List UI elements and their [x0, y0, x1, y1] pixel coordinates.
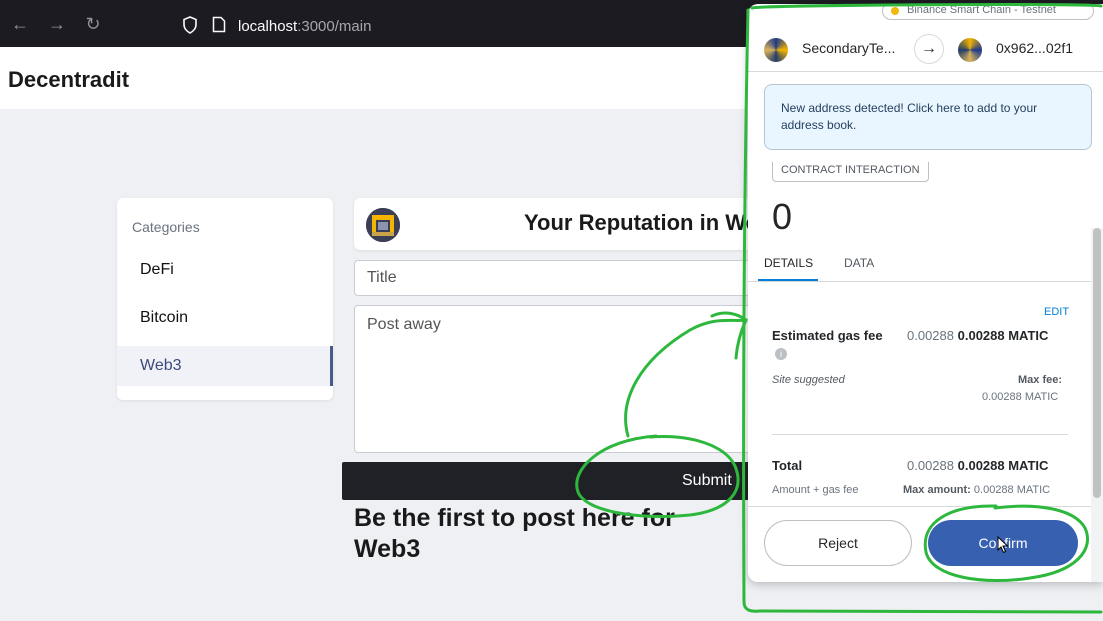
reputation-card: Your Reputation in Web3 — [354, 198, 754, 250]
sidebar-title: Categories — [132, 219, 200, 235]
max-fee-label: Max fee: — [1018, 374, 1063, 386]
reload-icon[interactable]: ↻ — [83, 14, 103, 34]
network-status-icon — [891, 7, 899, 15]
sidebar-item-web3[interactable]: Web3 — [117, 346, 333, 386]
empty-posts-message: Be the first to post here for Web3 — [354, 504, 675, 563]
to-account-avatar — [958, 38, 982, 62]
edit-gas-link[interactable]: EDIT — [1044, 306, 1069, 318]
site-suggested-label: Site suggested — [772, 374, 845, 386]
url-path: :3000/main — [297, 18, 372, 35]
back-arrow-icon[interactable]: ← — [10, 14, 30, 34]
page-icon — [212, 16, 226, 33]
transaction-amount: 0 — [772, 196, 793, 237]
new-address-alert[interactable]: New address detected! Click here to add … — [764, 84, 1092, 150]
network-selector[interactable]: Binance Smart Chain - Testnet — [882, 4, 1094, 20]
max-amount-value: 0.00288 MATIC — [973, 484, 1051, 496]
gas-fee-bold: 0.00288 MATIC — [957, 328, 1049, 343]
title-input[interactable] — [354, 260, 754, 296]
info-icon[interactable]: i — [775, 348, 787, 360]
max-amount-label: Max amount: — [903, 484, 971, 496]
category-sidebar: Categories DeFi Bitcoin Web3 — [117, 198, 333, 400]
gas-fee-plain: 0.00288 — [907, 328, 954, 343]
contract-interaction-tag: CONTRACT INTERACTION — [772, 162, 929, 182]
metamask-popup: Binance Smart Chain - Testnet SecondaryT… — [748, 4, 1103, 582]
reject-button[interactable]: Reject — [764, 520, 912, 566]
shield-icon[interactable] — [182, 16, 198, 34]
avatar — [366, 208, 400, 242]
detail-tabs: DETAILS DATA — [748, 246, 1091, 282]
amount-gas-label: Amount + gas fee — [772, 484, 859, 496]
total-label: Total — [772, 458, 803, 473]
max-fee-value: 0.00288 MATIC — [982, 391, 1059, 403]
from-account[interactable]: SecondaryTe... — [802, 40, 895, 56]
app-brand[interactable]: Decentradit — [8, 67, 129, 93]
network-name: Binance Smart Chain - Testnet — [907, 4, 1056, 16]
gas-fee-value: 0.00288 0.00288 MATIC — [907, 328, 1048, 343]
sidebar-item-bitcoin[interactable]: Bitcoin — [117, 298, 333, 338]
post-textarea[interactable] — [354, 305, 754, 453]
tab-data[interactable]: DATA — [844, 256, 874, 270]
total-value: 0.00288 0.00288 MATIC — [907, 458, 1048, 473]
max-amount: Max amount: 0.00288 MATIC — [903, 484, 1050, 496]
from-account-avatar — [764, 38, 788, 62]
mouse-cursor-icon — [997, 536, 1009, 554]
arrow-right-icon: → — [914, 34, 944, 64]
tab-details[interactable]: DETAILS — [764, 256, 813, 270]
active-tab-indicator — [758, 279, 818, 281]
submit-button[interactable]: Submit — [342, 462, 762, 500]
avatar-pixel-icon — [366, 208, 400, 242]
to-address[interactable]: 0x962...02f1 — [996, 40, 1073, 56]
gas-fee-label: Estimated gas fee — [772, 328, 883, 343]
scrollbar-thumb[interactable] — [1093, 228, 1101, 498]
account-bar: SecondaryTe... → 0x962...02f1 — [748, 28, 1103, 72]
url-bar[interactable]: localhost:3000/main — [238, 18, 371, 35]
total-plain: 0.00288 — [907, 458, 954, 473]
reputation-title: Your Reputation in Web3 — [524, 210, 754, 235]
sidebar-item-defi[interactable]: DeFi — [117, 250, 333, 290]
details-divider — [772, 434, 1068, 435]
url-host: localhost — [238, 18, 298, 35]
forward-arrow-icon[interactable]: → — [47, 14, 67, 34]
total-bold: 0.00288 MATIC — [957, 458, 1049, 473]
